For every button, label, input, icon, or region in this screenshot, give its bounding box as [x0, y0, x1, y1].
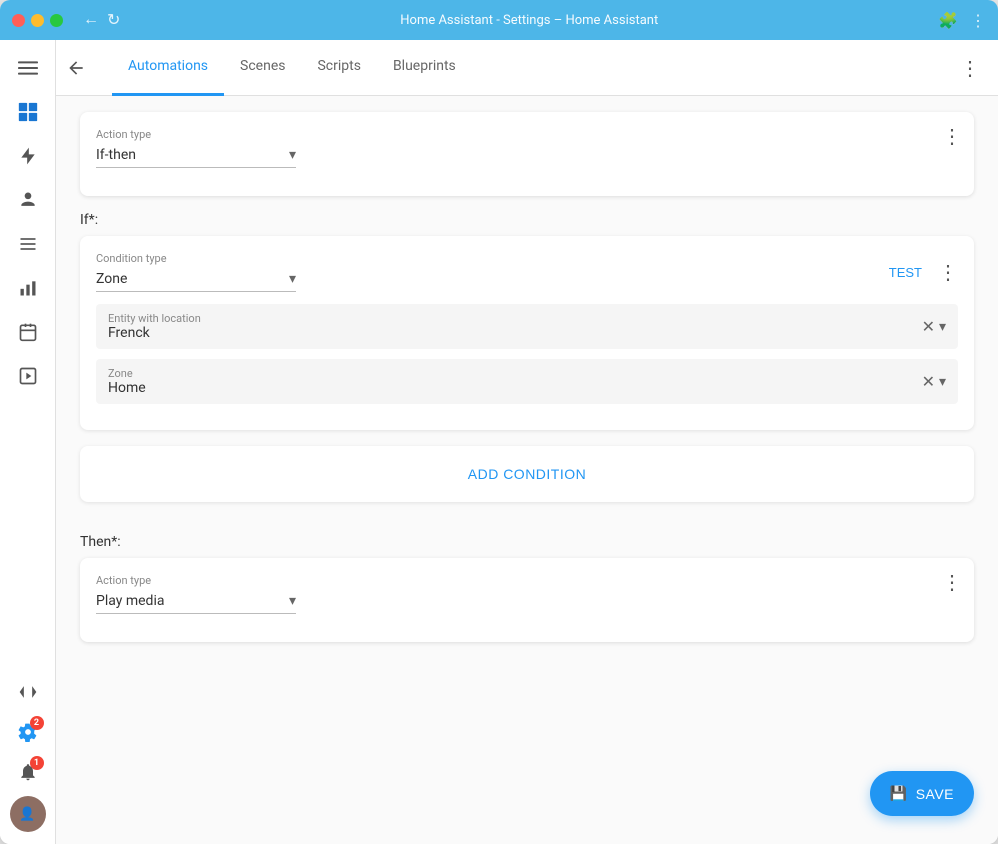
browser-back-button[interactable]: ← — [83, 10, 99, 30]
browser-menu-icon[interactable]: ⋮ — [970, 11, 986, 30]
avatar[interactable]: 👤 — [10, 796, 46, 832]
if-section-label: If*: — [80, 212, 974, 228]
hamburger-menu-icon[interactable] — [8, 48, 48, 88]
add-condition-button[interactable]: ADD CONDITION — [80, 446, 974, 502]
main-content: Automations Scenes Scripts Blueprints ⋮ — [56, 40, 998, 844]
tab-scenes[interactable]: Scenes — [224, 40, 301, 96]
condition-header: Condition type Zone ▾ TEST ⋮ — [96, 252, 958, 292]
entity-field: Entity with location Frenck ✕ ▾ — [96, 304, 958, 349]
then-action-arrow-icon: ▾ — [289, 593, 296, 609]
calendar-nav-icon[interactable] — [8, 312, 48, 352]
entity-clear-icon[interactable]: ✕ — [922, 317, 935, 336]
action-type-card: ⋮ Action type If-then ▾ — [80, 112, 974, 196]
settings-badge: 2 — [30, 716, 44, 730]
then-action-dropdown[interactable]: Play media ▾ — [96, 589, 296, 614]
dashboard-nav-icon[interactable] — [8, 92, 48, 132]
entity-dropdown-icon[interactable]: ▾ — [939, 319, 946, 335]
condition-type-arrow-icon: ▾ — [289, 271, 296, 287]
nav-arrows: ← ↻ — [83, 10, 120, 30]
zone-field-inner: Zone Home — [108, 367, 922, 396]
tabs-area: Automations Scenes Scripts Blueprints — [96, 40, 950, 96]
entity-field-label: Entity with location — [108, 312, 922, 325]
settings-nav-icon[interactable]: 2 — [8, 712, 48, 752]
energy-nav-icon[interactable] — [8, 136, 48, 176]
then-action-value: Play media — [96, 593, 164, 609]
person-nav-icon[interactable] — [8, 180, 48, 220]
condition-actions: TEST ⋮ — [889, 260, 958, 284]
action-type-field: Action type If-then ▾ — [96, 128, 958, 168]
save-label: SAVE — [916, 786, 954, 802]
top-nav: Automations Scenes Scripts Blueprints ⋮ — [56, 40, 998, 96]
condition-type-value: Zone — [96, 271, 127, 287]
action-type-dropdown[interactable]: If-then ▾ — [96, 143, 296, 168]
tab-automations[interactable]: Automations — [112, 40, 224, 96]
chart-nav-icon[interactable] — [8, 268, 48, 308]
browser-title: Home Assistant - Settings – Home Assista… — [128, 13, 930, 28]
action-type-arrow-icon: ▾ — [289, 147, 296, 163]
condition-type-label: Condition type — [96, 252, 296, 265]
zone-dropdown-icon[interactable]: ▾ — [939, 374, 946, 390]
entity-field-inner: Entity with location Frenck — [108, 312, 922, 341]
zone-field: Zone Home ✕ ▾ — [96, 359, 958, 404]
media-nav-icon[interactable] — [8, 356, 48, 396]
entity-field-actions: ✕ ▾ — [922, 317, 946, 336]
zone-field-label: Zone — [108, 367, 922, 380]
entity-field-value: Frenck — [108, 325, 922, 341]
maximize-button[interactable] — [50, 14, 63, 27]
notification-badge: 1 — [30, 756, 44, 770]
icon-rail: 2 1 👤 — [0, 40, 56, 844]
then-action-card: ⋮ Action type Play media ▾ — [80, 558, 974, 642]
zone-clear-icon[interactable]: ✕ — [922, 372, 935, 391]
test-condition-button[interactable]: TEST — [889, 265, 922, 280]
title-bar: ← ↻ Home Assistant - Settings – Home Ass… — [0, 0, 998, 40]
condition-more-button[interactable]: ⋮ — [938, 260, 958, 284]
condition-card: Condition type Zone ▾ TEST ⋮ — [80, 236, 974, 430]
close-button[interactable] — [12, 14, 25, 27]
save-button[interactable]: 💾 SAVE — [870, 771, 974, 816]
top-nav-more-button[interactable]: ⋮ — [950, 48, 990, 88]
zone-field-actions: ✕ ▾ — [922, 372, 946, 391]
extension-icon[interactable]: 🧩 — [938, 11, 958, 30]
browser-reload-button[interactable]: ↻ — [107, 10, 120, 30]
condition-type-dropdown[interactable]: Zone ▾ — [96, 267, 296, 292]
zone-field-value: Home — [108, 380, 922, 396]
page-back-button[interactable] — [56, 48, 96, 88]
traffic-lights — [12, 14, 63, 27]
then-action-label: Action type — [96, 574, 958, 587]
then-action-field: Action type Play media ▾ — [96, 574, 958, 614]
minimize-button[interactable] — [31, 14, 44, 27]
rail-bottom: 2 1 👤 — [8, 672, 48, 836]
notification-icon[interactable]: 1 — [8, 752, 48, 792]
tab-scripts[interactable]: Scripts — [301, 40, 376, 96]
list-nav-icon[interactable] — [8, 224, 48, 264]
browser-icons: 🧩 ⋮ — [938, 11, 986, 30]
action-type-value: If-then — [96, 147, 136, 163]
action-type-label: Action type — [96, 128, 958, 141]
condition-type-field: Condition type Zone ▾ — [96, 252, 296, 292]
page-body: ⋮ Action type If-then ▾ If*: — [56, 96, 998, 844]
tab-blueprints[interactable]: Blueprints — [377, 40, 472, 96]
developer-tools-icon[interactable] — [8, 672, 48, 712]
save-icon: 💾 — [890, 785, 908, 802]
then-section-label: Then*: — [80, 534, 974, 550]
